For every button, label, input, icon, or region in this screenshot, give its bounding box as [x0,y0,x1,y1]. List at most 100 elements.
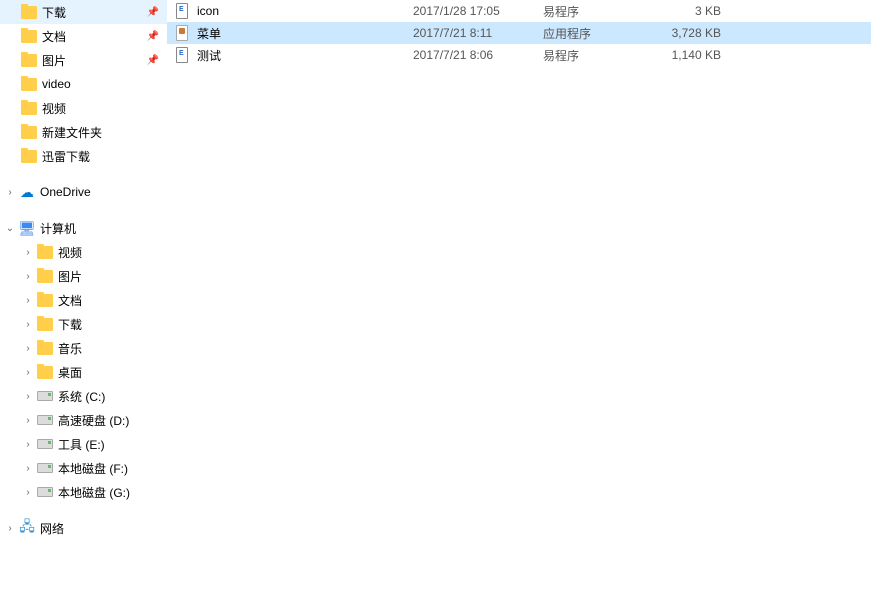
drive-icon [36,459,54,477]
tree-item-newfolder[interactable]: 新建文件夹 [0,120,167,144]
tree-label: 系统 (C:) [58,388,105,405]
folder-icon [20,51,38,69]
tree-label: 计算机 [40,220,76,237]
tree-label: 文档 [58,292,82,309]
chevron-right-icon[interactable]: › [20,268,36,284]
file-row[interactable]: 菜单 2017/7/21 8:11 应用程序 3,728 KB [167,22,871,44]
folder-icon [20,27,38,45]
network-icon: 🖧 [18,519,36,537]
tree-label: 新建文件夹 [42,124,102,141]
file-row[interactable]: icon 2017/1/28 17:05 易程序 3 KB [167,0,871,22]
tree-item-documents[interactable]: 文档 📌 [0,24,167,48]
navigation-tree: 下载 📌 文档 📌 图片 📌 video 视频 新建文件夹 迅雷下载 › ☁ O… [0,0,167,589]
tree-item-drive-d[interactable]: › 高速硬盘 (D:) [0,408,167,432]
drive-icon [36,483,54,501]
drive-icon [36,387,54,405]
file-icon [173,46,191,64]
file-date: 2017/1/28 17:05 [413,4,543,18]
file-type: 应用程序 [543,25,653,42]
file-icon [173,2,191,20]
chevron-right-icon[interactable]: › [20,412,36,428]
pin-icon: 📌 [145,4,161,20]
chevron-right-icon[interactable]: › [20,340,36,356]
tree-label: 图片 [42,52,66,69]
file-name: icon [197,4,219,18]
folder-icon [36,363,54,381]
tree-item-comp-documents[interactable]: › 文档 [0,288,167,312]
tree-item-computer[interactable]: ⌄ 🖥 计算机 [0,216,167,240]
file-list[interactable]: icon 2017/1/28 17:05 易程序 3 KB 菜单 2017/7/… [167,0,871,589]
tree-label: 视频 [42,100,66,117]
tree-item-network[interactable]: › 🖧 网络 [0,516,167,540]
tree-label: 高速硬盘 (D:) [58,412,129,429]
file-name: 测试 [197,47,221,64]
tree-item-comp-music[interactable]: › 音乐 [0,336,167,360]
tree-item-videos-cn[interactable]: 视频 [0,96,167,120]
tree-label: 音乐 [58,340,82,357]
tree-label: 图片 [58,268,82,285]
folder-icon [36,339,54,357]
chevron-right-icon[interactable]: › [20,364,36,380]
tree-label: 文档 [42,28,66,45]
chevron-down-icon[interactable]: ⌄ [2,220,18,236]
tree-item-drive-e[interactable]: › 工具 (E:) [0,432,167,456]
folder-icon [36,267,54,285]
tree-item-comp-pictures[interactable]: › 图片 [0,264,167,288]
file-size: 3,728 KB [653,26,733,40]
file-size: 1,140 KB [653,48,733,62]
tree-label: 迅雷下载 [42,148,90,165]
tree-item-drive-g[interactable]: › 本地磁盘 (G:) [0,480,167,504]
tree-spacer [0,204,167,216]
chevron-right-icon[interactable]: › [20,388,36,404]
tree-item-comp-videos[interactable]: › 视频 [0,240,167,264]
computer-icon: 🖥 [18,219,36,237]
tree-label: 下载 [42,4,66,21]
file-type: 易程序 [543,3,653,20]
folder-icon [20,75,38,93]
folder-icon [20,99,38,117]
tree-label: OneDrive [40,185,91,199]
file-date: 2017/7/21 8:06 [413,48,543,62]
tree-label: 工具 (E:) [58,436,105,453]
file-name: 菜单 [197,25,221,42]
tree-item-downloads[interactable]: 下载 📌 [0,0,167,24]
chevron-right-icon[interactable]: › [20,244,36,260]
tree-item-comp-desktop[interactable]: › 桌面 [0,360,167,384]
folder-icon [36,315,54,333]
tree-spacer [0,168,167,180]
chevron-right-icon[interactable]: › [20,484,36,500]
tree-item-comp-downloads[interactable]: › 下载 [0,312,167,336]
chevron-right-icon[interactable]: › [20,436,36,452]
tree-spacer [0,504,167,516]
folder-icon [20,3,38,21]
file-size: 3 KB [653,4,733,18]
chevron-right-icon[interactable]: › [2,520,18,536]
pin-icon: 📌 [145,28,161,44]
tree-item-drive-f[interactable]: › 本地磁盘 (F:) [0,456,167,480]
tree-label: video [42,77,71,91]
file-row[interactable]: 测试 2017/7/21 8:06 易程序 1,140 KB [167,44,871,66]
tree-label: 下载 [58,316,82,333]
tree-label: 本地磁盘 (G:) [58,484,130,501]
tree-label: 桌面 [58,364,82,381]
onedrive-icon: ☁ [18,183,36,201]
chevron-right-icon[interactable]: › [20,460,36,476]
drive-icon [36,411,54,429]
tree-item-onedrive[interactable]: › ☁ OneDrive [0,180,167,204]
tree-item-drive-c[interactable]: › 系统 (C:) [0,384,167,408]
tree-label: 本地磁盘 (F:) [58,460,128,477]
tree-item-video[interactable]: video [0,72,167,96]
folder-icon [36,243,54,261]
chevron-right-icon[interactable]: › [2,184,18,200]
chevron-right-icon[interactable]: › [20,292,36,308]
chevron-right-icon[interactable]: › [20,316,36,332]
folder-icon [20,147,38,165]
application-icon [173,24,191,42]
file-type: 易程序 [543,47,653,64]
folder-icon [20,123,38,141]
pin-icon: 📌 [145,52,161,68]
tree-item-xunlei[interactable]: 迅雷下载 [0,144,167,168]
tree-item-pictures[interactable]: 图片 📌 [0,48,167,72]
drive-icon [36,435,54,453]
folder-icon [36,291,54,309]
